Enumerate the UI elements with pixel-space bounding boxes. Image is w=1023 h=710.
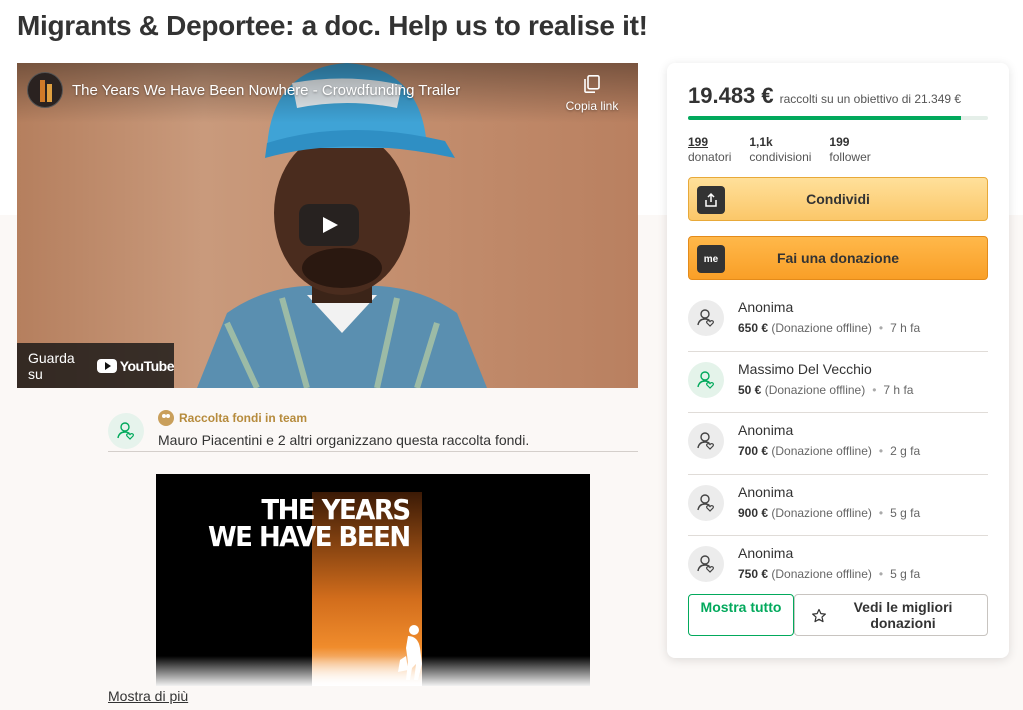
donor-name: Anonima xyxy=(738,545,794,561)
star-icon xyxy=(812,608,826,623)
donation-item: Anonima 750 € (Donazione offline) • 5 g fa xyxy=(688,536,988,598)
goal-text: raccolti su un obiettivo di 21.349 € xyxy=(779,92,962,106)
play-button[interactable] xyxy=(299,204,359,246)
team-fundraiser-label: Raccolta fondi in team xyxy=(158,410,307,426)
stat-followers: 199 follower xyxy=(829,135,871,164)
amount-row: 19.483 € raccolti su un obiettivo di 21.… xyxy=(688,83,961,109)
donor-avatar xyxy=(688,546,724,582)
stat-donors[interactable]: 199 donatori xyxy=(688,135,731,164)
donor-name: Massimo Del Vecchio xyxy=(738,360,872,377)
donation-meta: 700 € (Donazione offline) • 2 g fa xyxy=(738,444,921,458)
video-player[interactable]: The Years We Have Been Nowhere - Crowdfu… xyxy=(17,63,638,388)
user-heart-icon xyxy=(697,555,714,573)
youtube-logo: YouTube xyxy=(96,358,175,374)
page-title: Migrants & Deportee: a doc. Help us to r… xyxy=(17,10,648,41)
progress-bar xyxy=(688,116,988,120)
donation-item: Anonima 650 € (Donazione offline) • 7 h fa xyxy=(688,290,988,352)
user-heart-icon xyxy=(697,309,714,327)
progress-fill xyxy=(688,116,961,120)
stat-shares: 1,1k condivisioni xyxy=(749,135,812,164)
organizer-section: Raccolta fondi in team Mauro Piacentini … xyxy=(108,408,638,452)
watch-on-youtube-button[interactable]: Guarda su YouTube xyxy=(17,343,175,388)
organizer-text: Mauro Piacentini e 2 altri organizzano q… xyxy=(158,432,530,448)
poster-title: THE YEARS WE HAVE BEEN xyxy=(208,494,411,554)
campaign-poster-image: THE YEARS WE HAVE BEEN xyxy=(156,474,590,686)
donation-item: Anonima 900 € (Donazione offline) • 5 g fa xyxy=(688,475,988,536)
donor-avatar xyxy=(688,361,724,398)
top-donations-button[interactable]: Vedi le migliori donazioni xyxy=(794,594,988,636)
donation-panel: 19.483 € raccolti su un obiettivo di 21.… xyxy=(667,63,1009,658)
raised-amount: 19.483 € xyxy=(688,83,774,108)
donor-avatar xyxy=(688,423,724,459)
share-label: Condividi xyxy=(806,191,870,207)
donate-label: Fai una donazione xyxy=(776,250,900,266)
donate-button[interactable]: me Fai una donazione xyxy=(688,236,988,280)
user-heart-icon xyxy=(697,432,714,450)
donor-avatar xyxy=(688,300,724,336)
channel-avatar[interactable] xyxy=(27,72,63,108)
donor-name: Anonima xyxy=(738,483,794,500)
user-heart-icon xyxy=(117,422,134,440)
user-heart-icon xyxy=(697,493,714,512)
play-icon xyxy=(323,217,338,233)
watch-on-label: Guarda su xyxy=(28,349,75,382)
show-all-button[interactable]: Mostra tutto xyxy=(688,594,794,636)
user-heart-icon xyxy=(697,370,714,389)
copy-icon xyxy=(584,75,600,93)
donate-icon: me xyxy=(697,245,725,273)
donor-name: Anonima xyxy=(738,299,794,315)
top-donations-label: Vedi le migliori donazioni xyxy=(853,599,953,631)
video-title[interactable]: The Years We Have Been Nowhere - Crowdfu… xyxy=(72,82,460,99)
team-icon xyxy=(158,410,174,426)
donation-item: Massimo Del Vecchio 50 € (Donazione offl… xyxy=(688,352,988,413)
organizer-avatar[interactable] xyxy=(108,413,144,449)
copy-link-button[interactable]: Copia link xyxy=(564,75,620,115)
donor-name: Anonima xyxy=(738,422,794,438)
donor-avatar xyxy=(688,484,724,521)
stats-row: 199 donatori 1,1k condivisioni 199 follo… xyxy=(688,135,871,164)
donation-meta: 900 € (Donazione offline) • 5 g fa xyxy=(738,505,921,520)
recent-donations-list: Anonima 650 € (Donazione offline) • 7 h fa… xyxy=(688,290,988,598)
donation-meta: 650 € (Donazione offline) • 7 h fa xyxy=(738,321,921,335)
share-icon xyxy=(697,186,725,214)
donation-meta: 50 € (Donazione offline) • 7 h fa xyxy=(738,382,914,397)
youtube-play-icon xyxy=(96,358,117,373)
show-more-link[interactable]: Mostra di più xyxy=(108,688,188,704)
share-button[interactable]: Condividi xyxy=(688,177,988,221)
copy-link-label: Copia link xyxy=(565,99,619,113)
donation-meta: 750 € (Donazione offline) • 5 g fa xyxy=(738,567,921,581)
donation-item: Anonima 700 € (Donazione offline) • 2 g fa xyxy=(688,413,988,475)
